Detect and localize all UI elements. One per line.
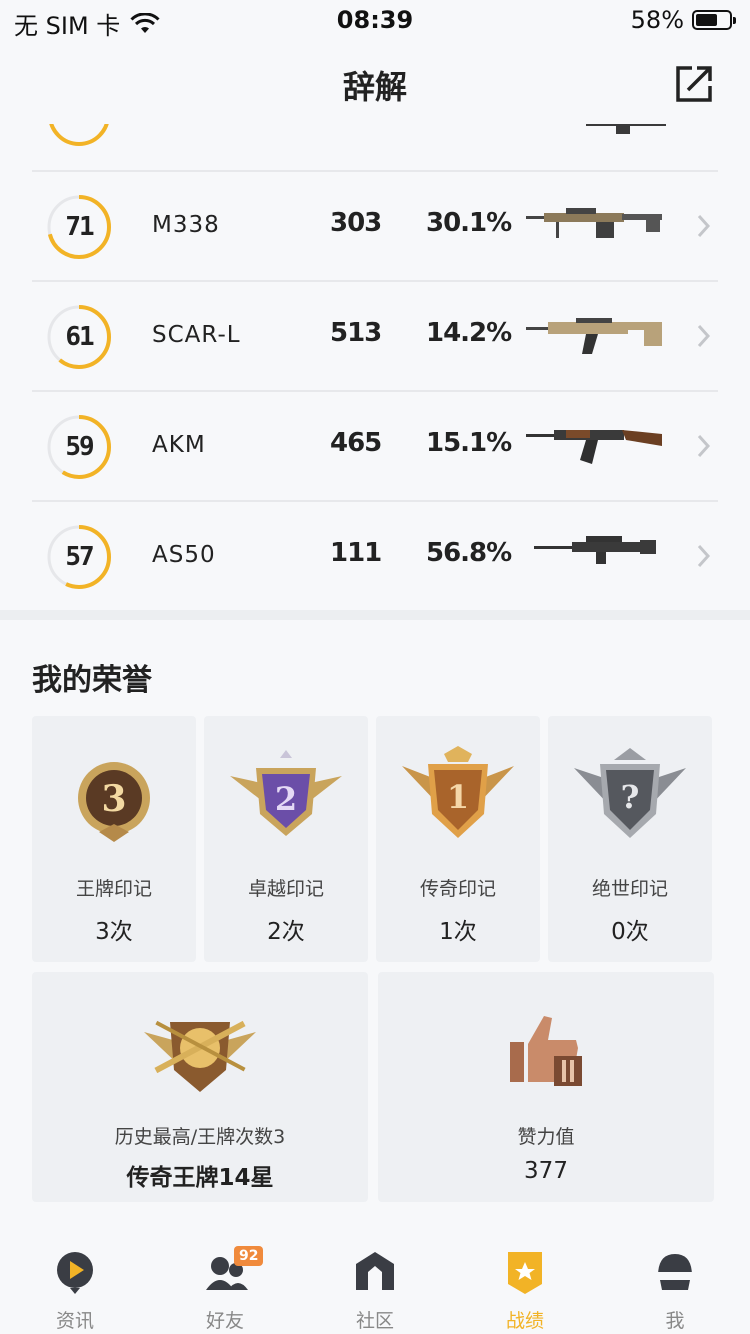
weapon-score: 59	[65, 432, 94, 462]
likes-value: 377	[524, 1158, 568, 1184]
highest-rank-value: 传奇王牌14星	[126, 1165, 274, 1191]
tab-profile[interactable]: 我	[600, 1236, 750, 1334]
honor-card-ace[interactable]: 3 王牌印记 3次	[32, 716, 196, 962]
list-item[interactable]: 61 SCAR-L 513 14.2%	[32, 282, 718, 392]
chevron-right-icon	[697, 544, 711, 568]
gun-image	[534, 536, 656, 564]
tab-label: 好友	[205, 1310, 244, 1332]
profile-icon	[658, 1254, 692, 1290]
weapon-kills: 111	[330, 538, 382, 568]
page-title: 辞解	[342, 68, 407, 106]
peerless-mark-badge: ?	[574, 748, 686, 838]
weapon-kills: 465	[330, 428, 382, 458]
honor-label: 王牌印记	[75, 878, 152, 900]
ace-mark-badge: 3	[78, 762, 150, 842]
honor-card-legend[interactable]: 1 传奇印记 1次	[376, 716, 540, 962]
nav-bar: 辞解	[0, 40, 750, 124]
highest-rank-label: 历史最高/王牌次数3	[114, 1126, 286, 1148]
weapon-kills: 303	[330, 208, 382, 238]
score-ring	[49, 124, 109, 146]
community-icon	[356, 1252, 394, 1290]
honor-count: 0次	[611, 919, 649, 945]
weapon-name: AKM	[152, 432, 206, 458]
legendary-ace-badge	[144, 1020, 256, 1092]
excellence-mark-badge: 2	[230, 750, 342, 836]
badge-number: ?	[621, 778, 640, 816]
honor-label: 绝世印记	[591, 878, 668, 900]
gun-image	[526, 208, 662, 238]
honor-label: 传奇印记	[419, 878, 496, 900]
status-bar: 无 SIM 卡 08:39 58%	[0, 0, 750, 40]
tab-friends[interactable]: 92 好友	[150, 1236, 300, 1334]
weapon-name: SCAR-L	[152, 322, 241, 348]
weapon-kills: 513	[330, 318, 382, 348]
tab-record[interactable]: 战绩	[450, 1236, 600, 1334]
honor-card-excellence[interactable]: 2 卓越印记 2次	[204, 716, 368, 962]
thumbs-up-icon	[510, 1016, 582, 1086]
honor-count: 3次	[95, 919, 133, 945]
tab-label: 我	[665, 1310, 685, 1332]
tab-label: 资讯	[55, 1310, 94, 1332]
likes-label: 赞力值	[517, 1126, 575, 1148]
badge-number: 3	[101, 778, 126, 820]
share-icon[interactable]	[672, 62, 716, 106]
chevron-right-icon	[697, 434, 711, 458]
honor-label: 卓越印记	[247, 878, 324, 900]
chevron-right-icon	[697, 324, 711, 348]
list-item[interactable]: 71 M338 303 30.1%	[32, 172, 718, 282]
weapon-score: 61	[65, 322, 94, 352]
honor-count: 1次	[439, 919, 477, 945]
list-item[interactable]: 57 AS50 111 56.8%	[32, 502, 718, 612]
record-icon	[508, 1252, 542, 1294]
chevron-right-icon	[697, 214, 711, 238]
tab-label: 战绩	[505, 1310, 544, 1332]
tab-news[interactable]: 资讯	[0, 1236, 150, 1334]
weapon-score: 57	[65, 542, 94, 572]
gun-image	[526, 430, 662, 464]
weapon-rate: 30.1%	[426, 208, 512, 238]
tab-label: 社区	[355, 1310, 394, 1332]
weapon-rate: 56.8%	[426, 538, 512, 568]
weapon-score: 71	[65, 212, 94, 242]
battery-icon	[692, 10, 736, 30]
badge-number: 1	[447, 778, 469, 816]
section-divider	[0, 610, 750, 620]
honors-title: 我的荣誉	[32, 663, 152, 698]
weapon-rate: 14.2%	[426, 318, 512, 348]
battery-percent: 58%	[630, 6, 684, 34]
list-item[interactable]: 59 AKM 465 15.1%	[32, 392, 718, 502]
weapon-name: AS50	[152, 542, 216, 568]
list-item-partial[interactable]	[32, 124, 718, 172]
friends-badge: 92	[234, 1246, 264, 1266]
honor-count: 2次	[267, 919, 305, 945]
gun-image	[526, 318, 662, 354]
honor-card-likes[interactable]: 赞力值 377	[378, 972, 714, 1202]
tab-bar: 资讯 92 好友 社区 战绩 我	[0, 1236, 750, 1334]
weapon-rate: 15.1%	[426, 428, 512, 458]
honor-card-peerless[interactable]: ? 绝世印记 0次	[548, 716, 712, 962]
honor-card-highest-rank[interactable]: 历史最高/王牌次数3 传奇王牌14星	[32, 972, 368, 1202]
weapon-name: M338	[152, 212, 220, 238]
tab-community[interactable]: 社区	[300, 1236, 450, 1334]
weapon-list: 71 M338 303 30.1% 61 SCAR-L 513 14.2% 59…	[32, 124, 718, 612]
news-icon	[57, 1252, 93, 1294]
badge-number: 2	[275, 780, 297, 818]
gun-image	[586, 124, 666, 134]
legend-mark-badge: 1	[402, 746, 514, 838]
